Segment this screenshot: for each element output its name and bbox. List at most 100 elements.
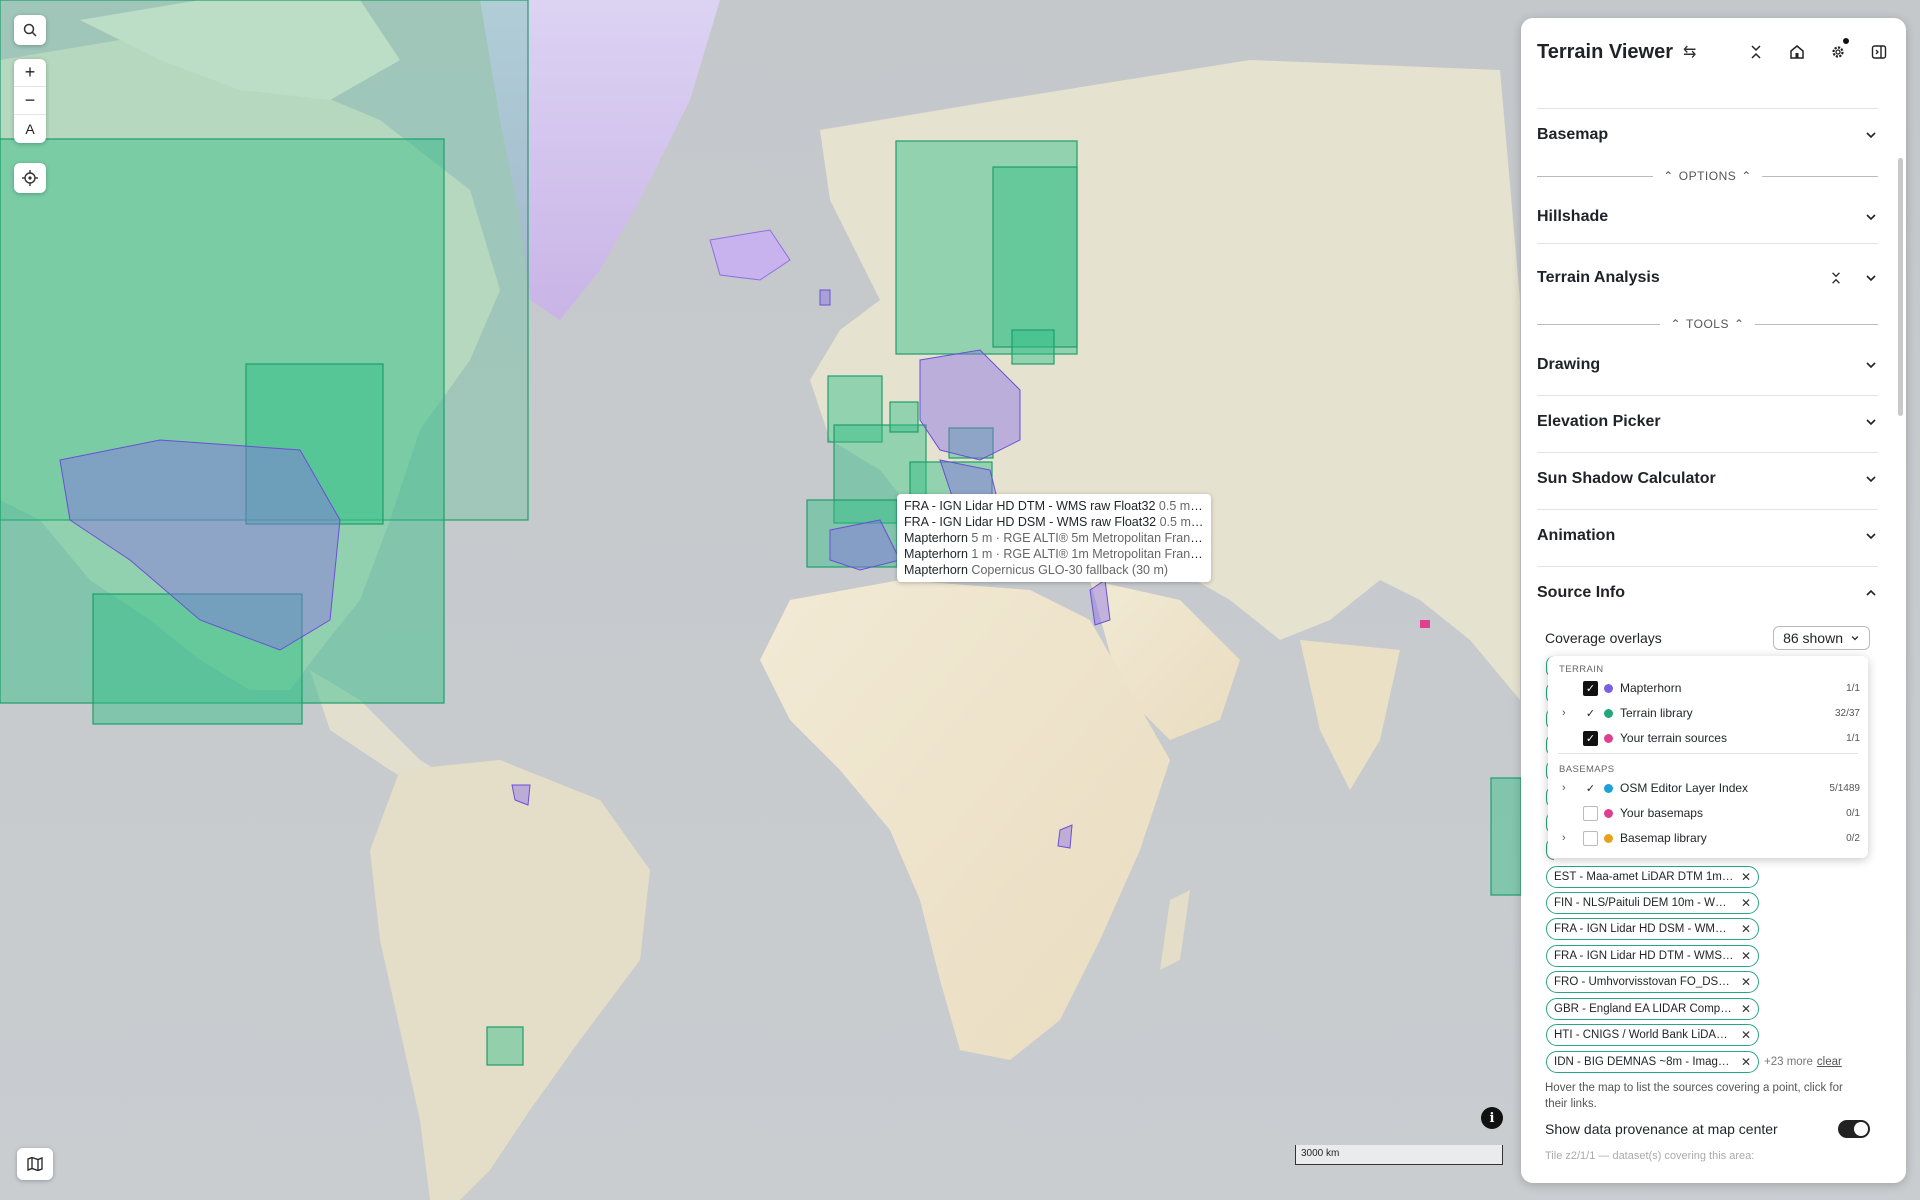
- provenance-label: Show data provenance at map center: [1545, 1121, 1778, 1137]
- overlay-item-osm-editor-layer-index[interactable]: › ✓ OSM Editor Layer Index 5/1489: [1548, 778, 1868, 798]
- zoom-out-button[interactable]: −: [14, 87, 46, 115]
- section-animation[interactable]: Animation: [1537, 527, 1878, 545]
- section-divider: [1537, 452, 1878, 453]
- map-hover-tooltip: FRA - IGN Lidar HD DTM - WMS raw Float32…: [897, 494, 1211, 582]
- tools-divider[interactable]: ⌃ TOOLS ⌃: [1537, 317, 1878, 331]
- close-icon[interactable]: ✕: [1741, 949, 1751, 963]
- tooltip-row: FRA - IGN Lidar HD DTM - WMS raw Float32…: [904, 499, 1204, 513]
- overlay-item-basemap-library[interactable]: › Basemap library 0/2: [1548, 828, 1868, 848]
- overlay-count: 32/37: [1834, 707, 1860, 719]
- overlay-item-your-terrain-sources[interactable]: ✓ Your terrain sources 1/1: [1548, 728, 1868, 748]
- checkbox-unchecked[interactable]: [1583, 830, 1598, 846]
- section-terrain-analysis[interactable]: Terrain Analysis: [1537, 269, 1878, 287]
- compass-button[interactable]: A: [14, 115, 46, 143]
- coverage-label: Coverage overlays: [1545, 630, 1662, 646]
- overlay-count: 1/1: [1846, 682, 1860, 694]
- section-source-info[interactable]: Source Info: [1537, 584, 1878, 602]
- source-chip[interactable]: EST - Maa-amet LiDAR DTM 1m - ... ✕: [1546, 866, 1759, 888]
- section-hillshade[interactable]: Hillshade: [1537, 208, 1878, 226]
- chevron-right-icon[interactable]: ›: [1562, 832, 1572, 844]
- toggle-panel-button[interactable]: [1868, 41, 1890, 63]
- divider-label: TOOLS: [1686, 317, 1729, 331]
- checkbox-checked[interactable]: ✓: [1583, 730, 1598, 746]
- section-title: Source Info: [1537, 584, 1626, 601]
- chevron-up-icon: [1866, 589, 1876, 596]
- chevron-up-icon: ⌃: [1741, 169, 1752, 183]
- source-chip[interactable]: FRA - IGN Lidar HD DTM - WMS ra... ✕: [1546, 945, 1759, 967]
- coverage-overlays-dropdown: TERRAIN ✓ Mapterhorn 1/1 › ✓ Terrain lib…: [1548, 656, 1868, 858]
- section-title: Hillshade: [1537, 208, 1609, 225]
- tooltip-row: Mapterhorn Copernicus GLO-30 fallback (3…: [904, 563, 1169, 577]
- search-icon: [23, 23, 37, 37]
- source-chip[interactable]: GBR - England EA LIDAR Composit... ✕: [1546, 998, 1759, 1020]
- search-button[interactable]: [14, 15, 46, 45]
- section-basemap[interactable]: Basemap: [1537, 126, 1878, 144]
- color-dot: [1604, 833, 1613, 843]
- overlay-count: 0/1: [1846, 807, 1860, 819]
- close-icon[interactable]: ✕: [1741, 896, 1751, 910]
- close-icon[interactable]: ✕: [1741, 870, 1751, 884]
- source-chip[interactable]: FIN - NLS/Paituli DEM 10m - WCS r... ✕: [1546, 892, 1759, 914]
- collapse-all-button[interactable]: [1745, 41, 1767, 63]
- section-title: Elevation Picker: [1537, 413, 1661, 430]
- source-chip[interactable]: HTI - CNIGS / World Bank LiDAR D... ✕: [1546, 1024, 1759, 1046]
- panel-scrollbar[interactable]: [1898, 158, 1903, 416]
- source-chip[interactable]: FRA - IGN Lidar HD DSM - WMS ra... ✕: [1546, 918, 1759, 940]
- clear-link[interactable]: clear: [1817, 1056, 1842, 1068]
- panel-title: Terrain Viewer: [1537, 40, 1673, 63]
- chip-label: FRO - Umhvorvisstovan FO_DSM_2...: [1554, 976, 1734, 988]
- provenance-toggle[interactable]: [1838, 1120, 1870, 1138]
- collapse-icon: [1751, 45, 1761, 59]
- zoom-in-button[interactable]: +: [14, 59, 46, 87]
- overlay-name: Terrain library: [1620, 706, 1693, 720]
- checkbox-partial[interactable]: ✓: [1583, 705, 1598, 721]
- chevron-down-icon: [1851, 636, 1859, 641]
- close-icon[interactable]: ✕: [1741, 1028, 1751, 1042]
- chevron-up-icon: ⌃: [1670, 317, 1682, 331]
- overlay-item-terrain-library[interactable]: › ✓ Terrain library 32/37: [1548, 703, 1868, 723]
- close-icon[interactable]: ✕: [1741, 975, 1751, 989]
- color-dot: [1604, 683, 1613, 693]
- section-divider: [1537, 566, 1878, 567]
- chip-label: FIN - NLS/Paituli DEM 10m - WCS r...: [1554, 897, 1734, 909]
- chip-label: FRA - IGN Lidar HD DTM - WMS ra...: [1554, 950, 1734, 962]
- chevron-down-icon: [1866, 533, 1876, 540]
- swap-icon[interactable]: ⇆: [1683, 42, 1696, 62]
- home-button[interactable]: [1786, 41, 1808, 63]
- settings-button[interactable]: [1827, 38, 1849, 63]
- checkbox-unchecked[interactable]: [1583, 805, 1598, 821]
- options-divider[interactable]: ⌃ OPTIONS ⌃: [1537, 169, 1879, 183]
- checkbox-partial[interactable]: ✓: [1583, 780, 1598, 796]
- checkbox-checked[interactable]: ✓: [1583, 680, 1598, 696]
- close-icon[interactable]: ✕: [1741, 1002, 1751, 1016]
- section-sun-shadow[interactable]: Sun Shadow Calculator: [1537, 470, 1878, 488]
- tooltip-row: Mapterhorn 1 m · RGE ALTI® 1m Metropolit…: [904, 547, 1204, 561]
- layers-button[interactable]: [17, 1148, 53, 1180]
- close-icon[interactable]: ✕: [1741, 1055, 1751, 1069]
- overlay-item-your-basemaps[interactable]: Your basemaps 0/1: [1548, 803, 1868, 823]
- chevron-right-icon[interactable]: ›: [1562, 782, 1572, 794]
- chevron-right-icon[interactable]: ›: [1562, 707, 1572, 719]
- chip-label: HTI - CNIGS / World Bank LiDAR D...: [1554, 1029, 1734, 1041]
- group-label-basemaps: BASEMAPS: [1559, 764, 1615, 775]
- section-elevation-picker[interactable]: Elevation Picker: [1537, 413, 1878, 431]
- tooltip-row: Mapterhorn 5 m · RGE ALTI® 5m Metropolit…: [904, 531, 1204, 545]
- home-icon: [1790, 45, 1804, 59]
- sidebar-icon: [1871, 45, 1887, 59]
- overlay-count: 1/1: [1846, 732, 1860, 744]
- source-chip[interactable]: IDN - BIG DEMNAS ~8m - ImageSe... ✕: [1546, 1051, 1759, 1073]
- overlay-name: OSM Editor Layer Index: [1620, 781, 1749, 795]
- section-divider: [1537, 395, 1878, 396]
- overlay-name: Mapterhorn: [1620, 681, 1682, 695]
- collapse-icon[interactable]: [1830, 272, 1842, 284]
- close-icon[interactable]: ✕: [1741, 922, 1751, 936]
- section-title: Animation: [1537, 527, 1616, 544]
- coverage-dropdown-button[interactable]: 86 shown: [1773, 626, 1870, 650]
- chevron-up-icon: ⌃: [1733, 317, 1745, 331]
- overlay-item-mapterhorn[interactable]: ✓ Mapterhorn 1/1: [1548, 678, 1868, 698]
- attribution-info-button[interactable]: i: [1481, 1107, 1503, 1129]
- group-label-terrain: TERRAIN: [1559, 664, 1604, 675]
- source-chip[interactable]: FRO - Umhvorvisstovan FO_DSM_2... ✕: [1546, 971, 1759, 993]
- section-drawing[interactable]: Drawing: [1537, 356, 1878, 374]
- locate-button[interactable]: [14, 163, 46, 193]
